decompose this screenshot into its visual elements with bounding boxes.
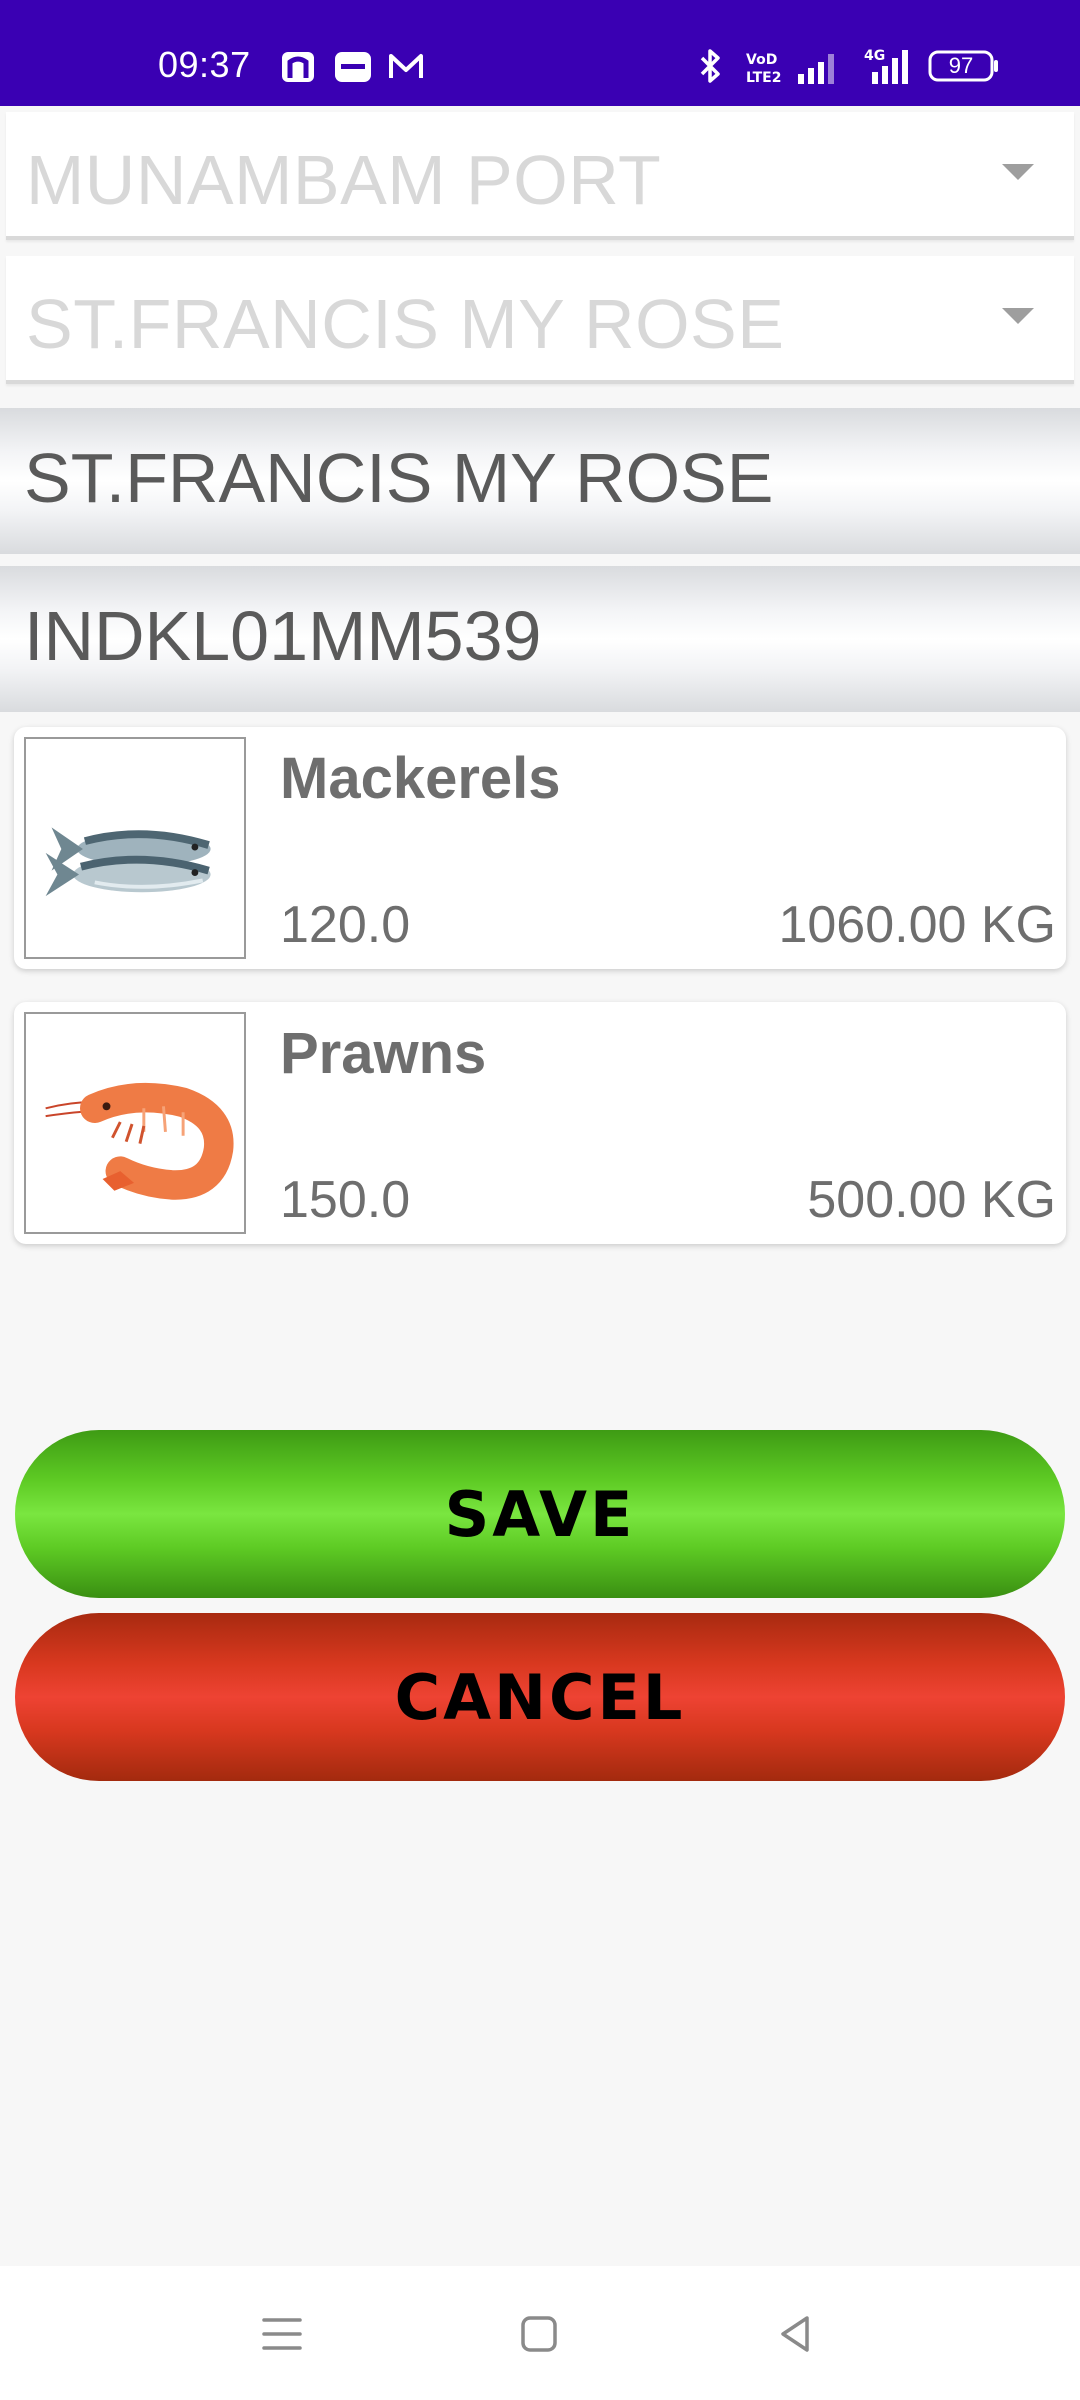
port-selector-value: MUNAMBAM PORT xyxy=(26,141,662,219)
status-time: 09:37 xyxy=(158,44,251,85)
catch-card[interactable]: Mackerels 120.0 1060.00 KG xyxy=(14,727,1066,969)
menu-icon[interactable] xyxy=(258,2310,306,2358)
paytm-hand-icon xyxy=(282,52,314,82)
vessel-name-strip: ST.FRANCIS MY ROSE xyxy=(0,408,1080,554)
dropdown-arrow-icon xyxy=(1002,308,1034,324)
catch-card[interactable]: Prawns 150.0 500.00 KG xyxy=(14,1002,1066,1244)
home-icon[interactable] xyxy=(515,2310,563,2358)
4g-signal-icon: 4G xyxy=(864,48,908,84)
vessel-selector[interactable]: ST.FRANCIS MY ROSE xyxy=(6,256,1074,384)
svg-text:4G: 4G xyxy=(864,48,885,64)
volte-icon: VoD LTE2 xyxy=(746,52,781,86)
svg-text:VoD: VoD xyxy=(746,52,777,68)
catch-weight: 1060.00 KG xyxy=(778,896,1056,954)
catch-price: 120.0 xyxy=(280,896,411,954)
signal-icon xyxy=(798,54,834,84)
back-icon[interactable] xyxy=(773,2310,821,2358)
status-bar: 09:37 VoD LTE2 4G 97 xyxy=(0,0,1080,106)
catch-name: Prawns xyxy=(280,1021,487,1086)
battery-icon: 97 xyxy=(928,50,1000,82)
port-selector[interactable]: MUNAMBAM PORT xyxy=(6,112,1074,240)
catch-price: 150.0 xyxy=(280,1171,411,1229)
vessel-selector-value: ST.FRANCIS MY ROSE xyxy=(26,285,785,363)
paytm-icon xyxy=(335,52,371,82)
prawn-image xyxy=(24,1012,246,1234)
dropdown-arrow-icon xyxy=(1002,164,1034,180)
mackerel-image xyxy=(24,737,246,959)
vessel-registration: INDKL01MM539 xyxy=(24,597,542,675)
catch-weight: 500.00 KG xyxy=(807,1171,1056,1229)
svg-text:LTE2: LTE2 xyxy=(746,70,781,86)
battery-level: 97 xyxy=(948,53,974,78)
catch-name: Mackerels xyxy=(280,746,561,811)
bluetooth-icon xyxy=(700,49,720,83)
navigation-bar xyxy=(0,2266,1080,2400)
registration-strip: INDKL01MM539 xyxy=(0,566,1080,712)
cancel-button[interactable]: CANCEL xyxy=(15,1613,1065,1781)
save-button[interactable]: SAVE xyxy=(15,1430,1065,1598)
vessel-name: ST.FRANCIS MY ROSE xyxy=(24,439,774,517)
gmail-icon xyxy=(389,54,423,78)
